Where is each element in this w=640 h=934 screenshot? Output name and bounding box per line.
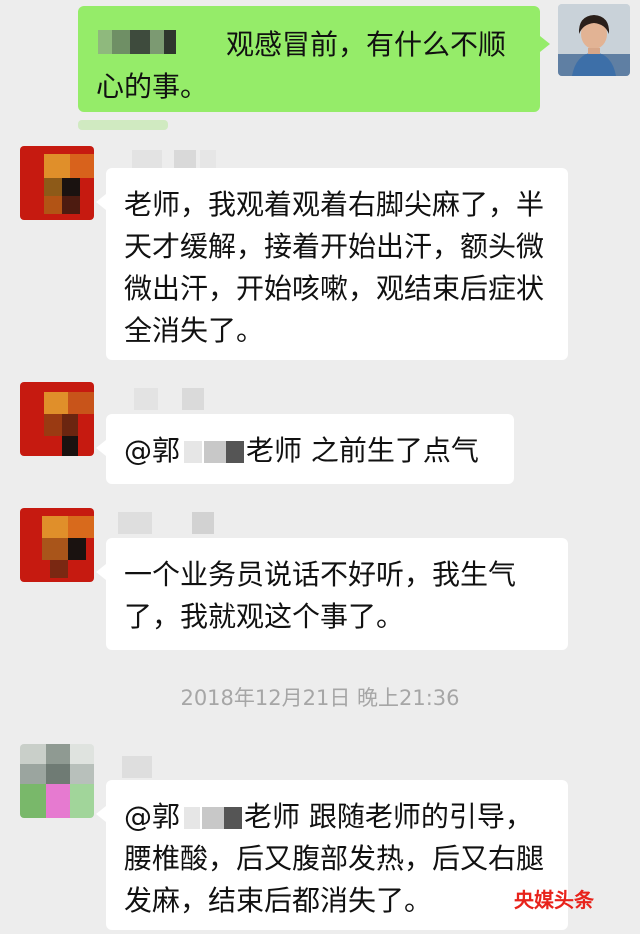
redacted-sender-name (112, 388, 232, 410)
self-avatar[interactable] (558, 4, 630, 76)
incoming-message-bubble[interactable]: @郭 老师 跟随老师的引导，腰椎酸，后又腹部发热，后又右腿发麻，结束后都消失了。 (96, 780, 568, 930)
incoming-message-bubble[interactable]: 老师，我观着观着右脚尖麻了，半天才缓解，接着开始出汗，额头微微出汗，开始咳嗽，观… (96, 168, 568, 360)
incoming-message-bubble[interactable]: @郭 老师 之前生了点气 (96, 414, 514, 484)
mention-suffix: 老师 之前生了点气 (246, 434, 479, 467)
redacted-mention-name (180, 807, 244, 829)
incoming-message-text: 一个业务员说话不好听，我生气了，我就观这个事了。 (124, 558, 517, 633)
sender-avatar[interactable] (20, 508, 94, 582)
incoming-message-bubble[interactable]: 一个业务员说话不好听，我生气了，我就观这个事了。 (96, 538, 568, 650)
mention-prefix: @郭 (124, 434, 181, 467)
mention-prefix: @郭 (124, 800, 181, 833)
redacted-sender-name (112, 756, 212, 778)
person-photo-icon (558, 4, 630, 76)
sender-avatar[interactable] (20, 382, 94, 456)
outgoing-message-text: 观感冒前，有什么不顺心的事。 (96, 28, 507, 103)
incoming-message-text: 老师，我观着观着右脚尖麻了，半天才缓解，接着开始出汗，额头微微出汗，开始咳嗽，观… (124, 188, 545, 347)
outgoing-message-bubble[interactable]: 观感冒前，有什么不顺心的事。 (78, 6, 550, 112)
redacted-mention-name (180, 441, 246, 463)
watermark-logo: 央媒头条 (514, 888, 594, 912)
outgoing-message-edge (78, 120, 168, 130)
chat-window: 观感冒前，有什么不顺心的事。 老师，我观着观着右脚尖麻了，半天才缓解，接着开始出… (0, 0, 640, 934)
sender-avatar[interactable] (20, 146, 94, 220)
redacted-sender-name (112, 512, 222, 534)
message-timestamp: 2018年12月21日 晚上21:36 (180, 686, 460, 710)
sender-avatar[interactable] (20, 744, 94, 818)
